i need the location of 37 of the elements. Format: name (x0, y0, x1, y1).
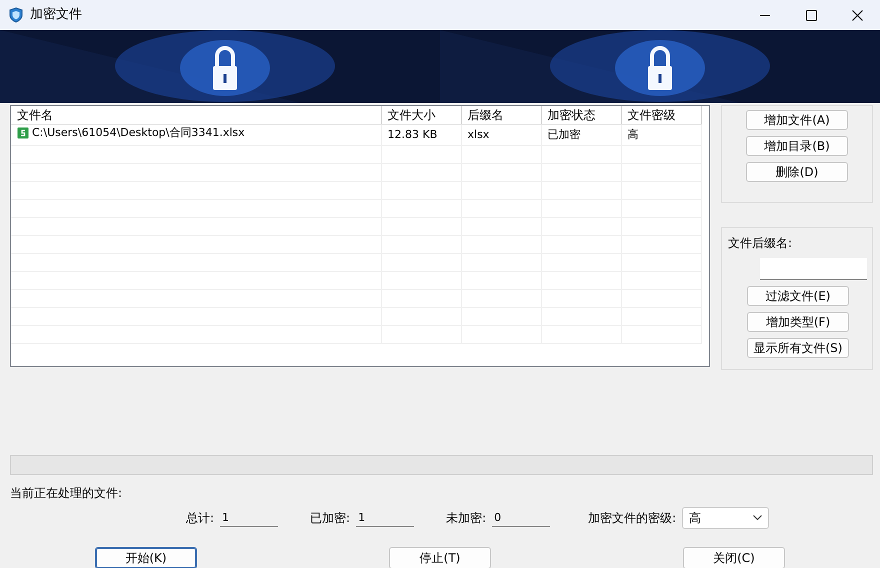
close-icon[interactable] (852, 10, 862, 20)
column-header[interactable]: 文件密级 (621, 106, 701, 124)
counter-field[interactable]: 1 (356, 509, 414, 527)
action-button[interactable]: 关闭(C) (683, 547, 785, 568)
table-cell: 高 (621, 124, 701, 146)
column-header[interactable]: 文件名 (11, 106, 381, 124)
action-button[interactable]: 删除(D) (746, 162, 848, 182)
column-header[interactable]: 加密状态 (541, 106, 621, 124)
maximize-icon[interactable] (806, 10, 816, 20)
counter-field[interactable]: 0 (492, 509, 550, 527)
action-button[interactable]: 增加目录(B) (746, 136, 848, 156)
suffix-field[interactable] (760, 258, 867, 280)
filter-button[interactable]: 显示所有文件(S) (747, 338, 849, 358)
table-cell-text: C:\Users\61054\Desktop\合同3341.xlsx (32, 125, 245, 141)
action-button[interactable]: 增加文件(A) (746, 110, 848, 130)
level-dropdown[interactable]: 高 (682, 507, 770, 529)
shield-icon (8, 7, 24, 23)
spreadsheet-icon (17, 127, 29, 140)
table-cell: xlsx (461, 124, 541, 146)
counter-label: 未加密: (446, 510, 486, 527)
filter-button[interactable]: 过滤文件(E) (747, 286, 849, 306)
chevron-icon (753, 515, 762, 521)
table-cell: 已加密 (541, 124, 621, 146)
status-label: 当前正在处理的文件: (10, 486, 122, 500)
filter-button[interactable]: 增加类型(F) (747, 312, 849, 332)
minimize-icon[interactable] (760, 14, 770, 16)
counter-label: 已加密: (310, 510, 350, 527)
filter-label: 文件后缀名: (728, 235, 794, 252)
window-title: 加密文件 (30, 6, 82, 24)
counter-field[interactable]: 1 (220, 509, 278, 527)
column-header[interactable]: 后缀名 (461, 106, 541, 124)
table-cell: 12.83 KB (381, 124, 461, 146)
level-label: 加密文件的密级: (588, 510, 676, 527)
counter-label: 总计: (186, 510, 214, 527)
action-button[interactable]: 停止(T) (389, 547, 491, 568)
column-header[interactable]: 文件大小 (381, 106, 461, 124)
action-button[interactable]: 开始(K) (95, 547, 197, 568)
